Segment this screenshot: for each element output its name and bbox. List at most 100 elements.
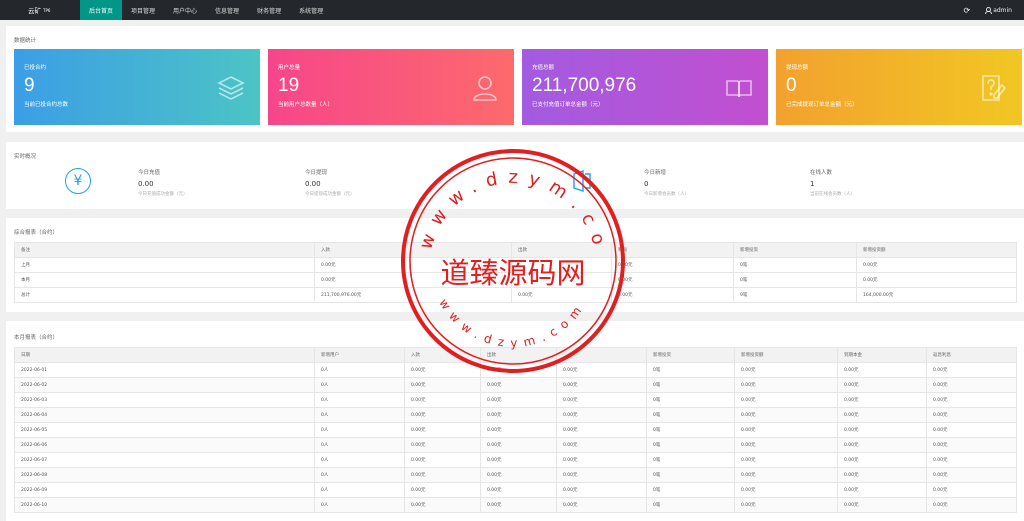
top-navbar: 云矿 TP6 后台首页 项目管理 用户中心 信息管理 财务管理 系统管理 ⟳ ad… [0, 0, 1024, 20]
rt-new-members: 今日新增 0 今日新增会员数（人） [644, 168, 689, 197]
rt-sub: 今日充值成功金额（元） [138, 192, 188, 197]
column-header: 新增投资 [646, 347, 735, 363]
table-cell: 本月 [14, 272, 315, 288]
user-icon [984, 7, 992, 15]
table-cell: 0.00元 [926, 497, 1017, 513]
table-cell: 0人 [314, 482, 405, 498]
table-cell: 0.00元 [611, 287, 734, 303]
table-cell: 上月 [14, 257, 315, 273]
table-cell: 0.00元 [404, 452, 481, 468]
table-cell: 0人 [314, 407, 405, 423]
nav-projects[interactable]: 项目管理 [122, 0, 164, 20]
table-cell: 0笔 [646, 377, 735, 393]
rt-sub: 今日新增会员数（人） [644, 192, 689, 197]
table-cell: 0.00元 [734, 497, 838, 513]
table-row: 2022-06-07 0人 0.00元 0.00元 0.00元 0笔 0.00元 0.00元 0… [14, 452, 1017, 468]
rt-label: 在线人数 [810, 170, 833, 176]
table-cell: 211,700,976.00元 [314, 287, 512, 303]
book-icon [726, 80, 752, 98]
table-cell: 0.00元 [480, 407, 557, 423]
table-cell: 0.00元 [734, 452, 838, 468]
table-cell: 0笔 [646, 392, 735, 408]
table-cell: 0.00元 [926, 467, 1017, 483]
table-cell: 2022-06-09 [14, 482, 315, 498]
card-label: 提现总额 [786, 65, 809, 71]
table-cell: 0.00元 [734, 392, 838, 408]
rt-label: 今日提现 [305, 170, 328, 176]
admin-menu[interactable]: admin [984, 7, 1012, 15]
table-cell: 9笔 [733, 287, 857, 303]
nav-home[interactable]: 后台首页 [80, 0, 123, 20]
stat-card-recharge: 充值总额 211,700,976 已支付充值订单总金额（元） [522, 49, 768, 125]
realtime-title: 实时概况 [14, 154, 37, 160]
table-header-row: 日期 新增用户 入款 出款 新增投资 新增投资额 到期本金 返息利息 [14, 347, 1017, 363]
table-cell: 0.00元 [837, 452, 927, 468]
rt-label: 今日充值 [138, 170, 161, 176]
column-header: 新增用户 [314, 347, 405, 363]
table-cell: 0人 [314, 497, 405, 513]
users-icon [473, 76, 497, 101]
table-row: 2022-06-04 0人 0.00元 0.00元 0.00元 0笔 0.00元 0.00元 0… [14, 407, 1017, 423]
table-cell: 0.00元 [734, 437, 838, 453]
table-cell: 0.00元 [556, 407, 647, 423]
table-cell: 总计 [14, 287, 315, 303]
table-cell: 0人 [314, 392, 405, 408]
table-cell: 0.00元 [404, 392, 481, 408]
table-cell: 0.00元 [926, 392, 1017, 408]
table-cell: 0.00元 [480, 497, 557, 513]
rt-recharge: 今日充值 0.00 今日充值成功金额（元） [138, 168, 188, 197]
table-cell: 0.00元 [926, 422, 1017, 438]
card-label: 用户总量 [278, 65, 301, 71]
table-row: 2022-06-02 0人 0.00元 0.00元 0.00元 0笔 0.00元 0.00元 0… [14, 377, 1017, 393]
yen-icon: ¥ [65, 168, 91, 194]
table-cell: 0.00元 [926, 452, 1017, 468]
table-cell: 0.00元 [480, 482, 557, 498]
rt-label: 今日新增 [644, 170, 667, 176]
nav-finance[interactable]: 财务管理 [248, 0, 290, 20]
table-cell: 2022-06-02 [14, 377, 315, 393]
refresh-icon[interactable]: ⟳ [963, 6, 970, 15]
table-cell: 0.00元 [734, 362, 838, 378]
table-cell: 0.00元 [404, 467, 481, 483]
table-cell [511, 272, 612, 288]
realtime-panel: 实时概况 ¥ 今日充值 0.00 今日充值成功金额（元） 今日提现 0.00 今… [6, 142, 1024, 209]
stats-title: 数据统计 [14, 38, 37, 44]
table-cell: 0人 [314, 377, 405, 393]
table-cell: 0人 [314, 362, 405, 378]
stat-card-contracts: 已投合约 9 当前已投合约总数 [14, 49, 260, 125]
table-cell: 2022-06-03 [14, 392, 315, 408]
nav-system[interactable]: 系统管理 [290, 0, 332, 20]
table-cell: 0.00元 [734, 377, 838, 393]
table-cell: 0.00元 [556, 392, 647, 408]
table-cell: 164,000.00元 [856, 287, 1017, 303]
table-cell: 0.00元 [611, 272, 734, 288]
table-cell: 0.00元 [926, 437, 1017, 453]
table-cell: 0.00元 [734, 467, 838, 483]
table-cell: 0.00元 [856, 257, 1017, 273]
monthly-title: 本月报表（合约） [14, 335, 59, 341]
main-nav: 后台首页 项目管理 用户中心 信息管理 财务管理 系统管理 [80, 0, 332, 20]
table-cell: 0.00元 [480, 452, 557, 468]
table-cell: 0笔 [646, 467, 735, 483]
table-cell: 2022-06-04 [14, 407, 315, 423]
rt-value: 1 [810, 180, 815, 188]
member-card-icon [573, 170, 591, 192]
table-cell: 0.00元 [556, 452, 647, 468]
table-cell: 0笔 [646, 497, 735, 513]
table-cell: 0.00元 [611, 257, 734, 273]
table-cell: 0.00元 [480, 392, 557, 408]
nav-info[interactable]: 信息管理 [206, 0, 248, 20]
top-right-tools: ⟳ admin [963, 0, 1024, 20]
table-cell: 0.00元 [556, 362, 647, 378]
table-cell: 0.00元 [837, 437, 927, 453]
nav-users[interactable]: 用户中心 [164, 0, 206, 20]
column-header: 日期 [14, 347, 315, 363]
table-cell: 0人 [314, 422, 405, 438]
table-cell: 0笔 [646, 422, 735, 438]
stat-card-users: 用户总量 19 当前用户总数量（人） [268, 49, 514, 125]
table-cell: 0笔 [646, 362, 735, 378]
table-row: 2022-06-06 0人 0.00元 0.00元 0.00元 0笔 0.00元 0.00元 0… [14, 437, 1017, 453]
table-cell: 0人 [314, 437, 405, 453]
app-logo[interactable]: 云矿 TP6 [0, 0, 80, 20]
column-header: 备注 [14, 242, 315, 258]
